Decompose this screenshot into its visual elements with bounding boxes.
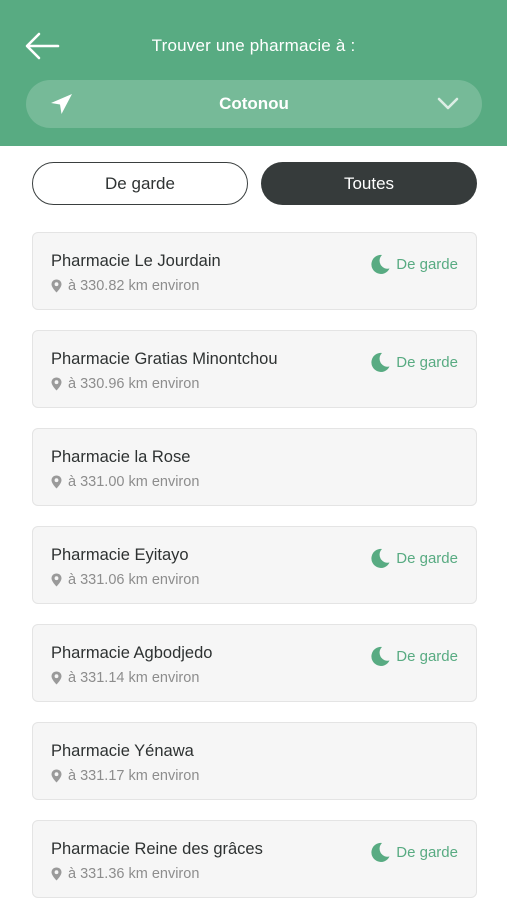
distance-text: à 330.96 km environ <box>68 376 200 392</box>
on-duty-badge: De garde <box>369 351 458 373</box>
distance-text: à 331.00 km environ <box>68 474 200 490</box>
pharmacy-card[interactable]: Pharmacie Agbodjedo à 331.14 km environ De… <box>32 624 477 702</box>
pharmacy-distance: à 331.14 km environ <box>51 670 199 686</box>
pharmacy-distance: à 330.96 km environ <box>51 376 199 392</box>
moon-icon <box>371 842 390 862</box>
moon-icon <box>371 254 390 274</box>
pharmacy-card[interactable]: Pharmacie Yénawa à 331.17 km environ <box>32 722 477 800</box>
header: Trouver une pharmacie à : Cotonou <box>0 0 507 146</box>
on-duty-label: De garde <box>396 647 458 665</box>
pharmacy-name: Pharmacie Gratias Minontchou <box>51 350 278 368</box>
map-pin-icon <box>51 769 62 783</box>
map-pin-icon <box>51 867 62 881</box>
distance-text: à 331.06 km environ <box>68 572 200 588</box>
filter-toggle: De garde Toutes <box>32 162 477 205</box>
on-duty-badge: De garde <box>369 645 458 667</box>
pharmacy-name: Pharmacie Reine des grâces <box>51 840 263 858</box>
filter-all-button[interactable]: Toutes <box>261 162 477 205</box>
pharmacy-card[interactable]: Pharmacie Reine des grâces à 331.36 km en… <box>32 820 477 898</box>
filter-on-duty-button[interactable]: De garde <box>32 162 248 205</box>
pharmacy-distance: à 330.82 km environ <box>51 278 199 294</box>
pharmacy-name: Pharmacie Eyitayo <box>51 546 189 564</box>
pharmacy-name: Pharmacie Yénawa <box>51 742 194 760</box>
chevron-down-icon <box>437 97 459 110</box>
moon-icon <box>371 352 390 372</box>
map-pin-icon <box>51 279 62 293</box>
city-selector[interactable]: Cotonou <box>26 80 482 128</box>
on-duty-badge: De garde <box>369 841 458 863</box>
pharmacy-list: Pharmacie Le Jourdain à 330.82 km environ… <box>32 232 477 918</box>
on-duty-label: De garde <box>396 353 458 371</box>
city-name: Cotonou <box>219 94 289 113</box>
map-pin-icon <box>51 377 62 391</box>
distance-text: à 331.14 km environ <box>68 670 200 686</box>
on-duty-label: De garde <box>396 843 458 861</box>
pharmacy-name: Pharmacie Agbodjedo <box>51 644 213 662</box>
pharmacy-name: Pharmacie la Rose <box>51 448 191 466</box>
distance-text: à 331.36 km environ <box>68 866 200 882</box>
page-title: Trouver une pharmacie à : <box>151 36 356 55</box>
pharmacy-distance: à 331.06 km environ <box>51 572 199 588</box>
on-duty-badge: De garde <box>369 547 458 569</box>
distance-text: à 331.17 km environ <box>68 768 200 784</box>
pharmacy-card[interactable]: Pharmacie Gratias Minontchou à 330.96 km … <box>32 330 477 408</box>
pharmacy-distance: à 331.17 km environ <box>51 768 199 784</box>
map-pin-icon <box>51 475 62 489</box>
pharmacy-card[interactable]: Pharmacie Le Jourdain à 330.82 km environ… <box>32 232 477 310</box>
on-duty-label: De garde <box>396 549 458 567</box>
on-duty-badge: De garde <box>369 253 458 275</box>
pharmacy-card[interactable]: Pharmacie la Rose à 331.00 km environ <box>32 428 477 506</box>
moon-icon <box>371 646 390 666</box>
map-pin-icon <box>51 671 62 685</box>
on-duty-label: De garde <box>396 255 458 273</box>
distance-text: à 330.82 km environ <box>68 278 200 294</box>
pharmacy-distance: à 331.00 km environ <box>51 474 199 490</box>
pharmacy-distance: à 331.36 km environ <box>51 866 199 882</box>
moon-icon <box>371 548 390 568</box>
map-pin-icon <box>51 573 62 587</box>
pharmacy-name: Pharmacie Le Jourdain <box>51 252 221 270</box>
pharmacy-card[interactable]: Pharmacie Eyitayo à 331.06 km environ De g… <box>32 526 477 604</box>
